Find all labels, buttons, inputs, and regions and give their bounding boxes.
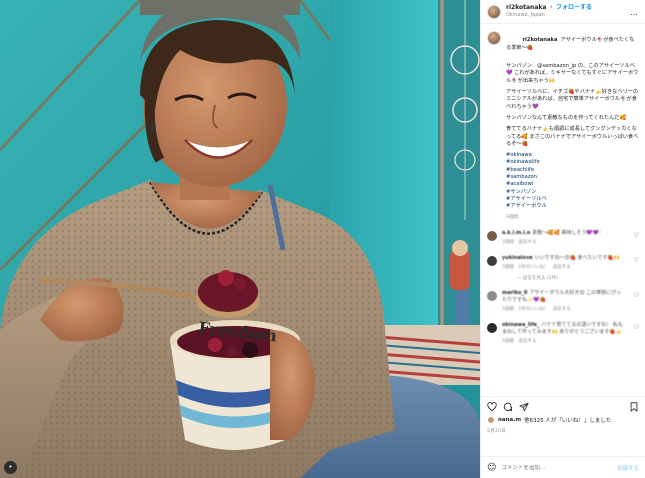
caption-text-4: サンバゾンなんて素敵なものを作ってくれたんだ🥰 — [506, 114, 626, 121]
caption-avatar[interactable] — [487, 31, 501, 45]
comment-meta[interactable]: 3週間 返信する — [502, 239, 626, 246]
bookmark-icon[interactable] — [629, 402, 639, 412]
post-date: 5月20日 — [487, 429, 507, 434]
comment-meta[interactable]: 3週間 1件のいいね！ 返信する — [502, 264, 626, 271]
hashtag[interactable]: #okinawa — [506, 152, 639, 159]
comment-avatar[interactable] — [487, 255, 497, 266]
comment-username[interactable]: yukinalove — [502, 255, 533, 261]
post-actions: nana.m 他6325 人が「いいね！」しました 5月20日 — [481, 396, 645, 438]
comment-item: mariko_0 アサイーボウル大好き😍 この季節にぴったりですね✨💜🍓 3週間 … — [487, 290, 639, 313]
emoji-icon[interactable]: ☺ — [487, 463, 496, 473]
comment-avatar[interactable] — [487, 230, 497, 241]
post-header: ri2kotanaka • フォローする Okinawa, Japan … — [481, 0, 645, 24]
caption-text-3: アサイーソルベに、イチゴ🍓やバナナ🍌好きなベリーのミニシアルがあれば、自宅で簡単… — [506, 89, 639, 110]
comment-avatar[interactable] — [487, 322, 497, 333]
hashtag[interactable]: #acaibowl — [506, 181, 639, 188]
comment-like-icon[interactable]: ♡ — [634, 257, 639, 264]
comment-username[interactable]: mariko_0 — [502, 290, 527, 296]
share-icon[interactable] — [519, 402, 529, 412]
comment-input[interactable] — [501, 464, 612, 471]
post-photo[interactable]: Freedom • — [0, 0, 480, 478]
post-side-panel: ri2kotanaka • フォローする Okinawa, Japan … ri… — [480, 0, 645, 478]
comment-like-icon[interactable]: ♡ — [634, 292, 639, 299]
hashtag[interactable]: #サンバゾン — [506, 189, 639, 196]
hashtag[interactable]: #beachlife — [506, 167, 639, 174]
comments-section[interactable]: ri2kotanaka アサイーボウル🍨が食べたくなる季節〜🍓 サンバゾン @sa… — [481, 30, 645, 396]
comment-like-icon[interactable]: ♡ — [634, 324, 639, 331]
photo-illustration — [0, 0, 480, 478]
comment-icon[interactable] — [503, 402, 513, 412]
liker-avatar — [487, 416, 495, 424]
caption: ri2kotanaka アサイーボウル🍨が食べたくなる季節〜🍓 サンバゾン @sa… — [487, 30, 639, 221]
likes-count[interactable]: 他6325 人が「いいね！」しました — [524, 416, 611, 424]
post-comment-button[interactable]: 投稿する — [617, 464, 639, 472]
hashtag[interactable]: #okinawalife — [506, 159, 639, 166]
hashtag-list: #okinawa #okinawalife #beachlife #sambaz… — [506, 152, 639, 210]
more-options-icon[interactable]: … — [630, 8, 639, 17]
hashtag[interactable]: #アサイーボウル — [506, 203, 639, 210]
comment-item: okinawa_life_ バナナ育ててるの凄いですね！ 私もまねして作ってみます… — [487, 322, 639, 345]
comment-item: a.k.i.m.i.o 素敵〜🥰🥰 美味しそう💜💜 3週間 返信する ♡ — [487, 230, 639, 246]
caption-text-2: サンバゾン @sambazon_jp の、このアサイーソルベ💜 これがあれば、ミ… — [506, 63, 639, 84]
comment-like-icon[interactable]: ♡ — [634, 232, 639, 239]
carousel-indicator[interactable]: • — [4, 461, 17, 474]
comment-avatar[interactable] — [487, 290, 497, 301]
comment-username[interactable]: okinawa_life_ — [502, 322, 539, 328]
comment-text: 素敵〜🥰🥰 美味しそう💜💜 — [532, 229, 599, 236]
comment-username[interactable]: a.k.i.m.i.o — [502, 230, 530, 236]
comment-text: いいですね〜😍🍓 食べたいです🍓🙌 — [534, 254, 620, 261]
follow-button[interactable]: フォローする — [556, 5, 592, 11]
caption-time: 3週間 — [506, 214, 518, 220]
comment-meta[interactable]: 3週間 返信する — [502, 338, 626, 345]
caption-username[interactable]: ri2kotanaka — [523, 37, 558, 43]
author-avatar[interactable] — [487, 4, 501, 19]
caption-text-5: 育ててるバナナ🍌も順調に成長してグングンデッカくなってる🥰 まさこのバナナでアサ… — [506, 126, 639, 147]
likes-summary[interactable]: nana.m 他6325 人が「いいね！」しました — [487, 416, 639, 424]
author-username[interactable]: ri2kotanaka — [506, 5, 546, 11]
comment-bar: ☺ 投稿する — [481, 456, 645, 478]
post-location[interactable]: Okinawa, Japan — [506, 13, 592, 18]
hashtag[interactable]: #sambazon — [506, 174, 639, 181]
liked-by-username[interactable]: nana.m — [498, 417, 521, 423]
view-replies-link[interactable]: — 返信を見る (1件) — [517, 275, 639, 281]
separator-dot: • — [549, 4, 553, 11]
heart-icon[interactable] — [487, 402, 497, 412]
comment-meta[interactable]: 3週間 1件のいいね！ 返信する — [502, 306, 626, 313]
comment-item: yukinalove いいですね〜😍🍓 食べたいです🍓🙌 3週間 1件のいいね！ … — [487, 255, 639, 271]
